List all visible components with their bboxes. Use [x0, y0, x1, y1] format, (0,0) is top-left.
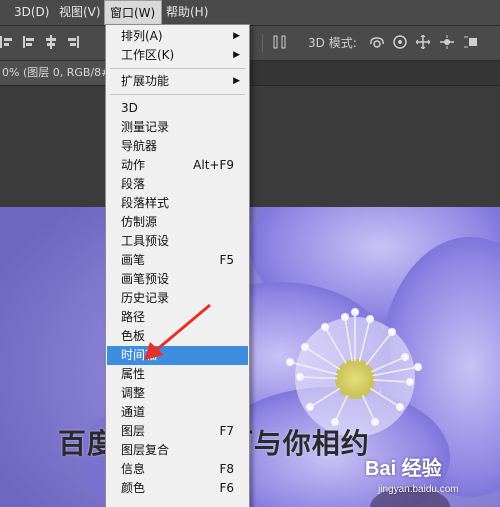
menu-bar: 3D(D) 视图(V) 窗口(W) 帮助(H)	[0, 0, 500, 26]
red-arrow-icon	[144, 303, 211, 360]
menu-item-workspace[interactable]: 工作区(K) ▶	[107, 46, 248, 65]
align-icon[interactable]	[0, 35, 14, 49]
menu-view[interactable]: 视图(V)	[59, 0, 101, 25]
menu-item-3d[interactable]: 3D	[107, 99, 248, 118]
menu-item-extensions[interactable]: 扩展功能 ▶	[107, 72, 248, 91]
menu-item-paragraph[interactable]: 段落	[107, 175, 248, 194]
align-left-icon[interactable]	[22, 35, 36, 49]
photoshop-window: 3D(D) 视图(V) 窗口(W) 帮助(H) 3D 模式: 0% (图层 0,…	[0, 0, 500, 507]
menu-item-layers[interactable]: 图层 F7	[107, 422, 248, 441]
menu-separator	[110, 94, 245, 95]
menu-item-info[interactable]: 信息 F8	[107, 460, 248, 479]
3d-mode-label: 3D 模式:	[308, 36, 357, 50]
menu-item-arrange[interactable]: 排列(A) ▶	[107, 27, 248, 46]
pan-3d-icon[interactable]	[416, 35, 430, 49]
submenu-arrow-icon: ▶	[233, 50, 240, 60]
menu-item-color[interactable]: 颜色 F6	[107, 479, 248, 498]
menu-shortcut: F6	[219, 481, 234, 495]
menu-item-tool-presets[interactable]: 工具预设	[107, 232, 248, 251]
menu-item-paragraph-styles[interactable]: 段落样式	[107, 194, 248, 213]
align-right-icon[interactable]	[66, 35, 80, 49]
menu-shortcut: F5	[219, 253, 234, 267]
slide-3d-icon[interactable]	[440, 35, 454, 49]
menu-item-actions[interactable]: 动作 Alt+F9	[107, 156, 248, 175]
align-center-icon[interactable]	[44, 35, 58, 49]
menu-help[interactable]: 帮助(H)	[166, 0, 208, 25]
menu-item-brush[interactable]: 画笔 F5	[107, 251, 248, 270]
menu-item-layer-comps[interactable]: 图层复合	[107, 441, 248, 460]
options-bar: 3D 模式:	[0, 26, 500, 61]
distribute-icon[interactable]	[273, 35, 287, 49]
scale-3d-icon[interactable]	[464, 35, 482, 49]
options-divider	[262, 34, 263, 52]
submenu-arrow-icon: ▶	[233, 76, 240, 86]
menu-item-navigator[interactable]: 导航器	[107, 137, 248, 156]
roll-3d-icon[interactable]	[393, 35, 407, 49]
menu-shortcut: Alt+F9	[193, 158, 234, 172]
submenu-arrow-icon: ▶	[233, 31, 240, 41]
menu-window[interactable]: 窗口(W)	[104, 0, 162, 25]
rotate-3d-icon[interactable]	[368, 35, 386, 49]
window-menu-dropdown: 排列(A) ▶ 工作区(K) ▶ 扩展功能 ▶ 3D 测量记录 导航器 动作 Alt+F…	[105, 24, 250, 507]
menu-item-clone-source[interactable]: 仿制源	[107, 213, 248, 232]
menu-item-measurement-log[interactable]: 测量记录	[107, 118, 248, 137]
document-tab-bar: 0% (图层 0, RGB/8#) *	[0, 61, 500, 86]
menu-item-properties[interactable]: 属性	[107, 365, 248, 384]
menu-separator	[110, 68, 245, 69]
menu-shortcut: F7	[219, 424, 234, 438]
baidu-jingyan-url: jingyan.baidu.com	[378, 484, 459, 495]
menu-3d[interactable]: 3D(D)	[14, 0, 49, 25]
menu-item-adjustments[interactable]: 调整	[107, 384, 248, 403]
menu-shortcut: F8	[219, 462, 234, 476]
menu-item-brush-presets[interactable]: 画笔预设	[107, 270, 248, 289]
menu-item-channels[interactable]: 通道	[107, 403, 248, 422]
baidu-jingyan-logo: Bai 经验	[365, 458, 442, 480]
